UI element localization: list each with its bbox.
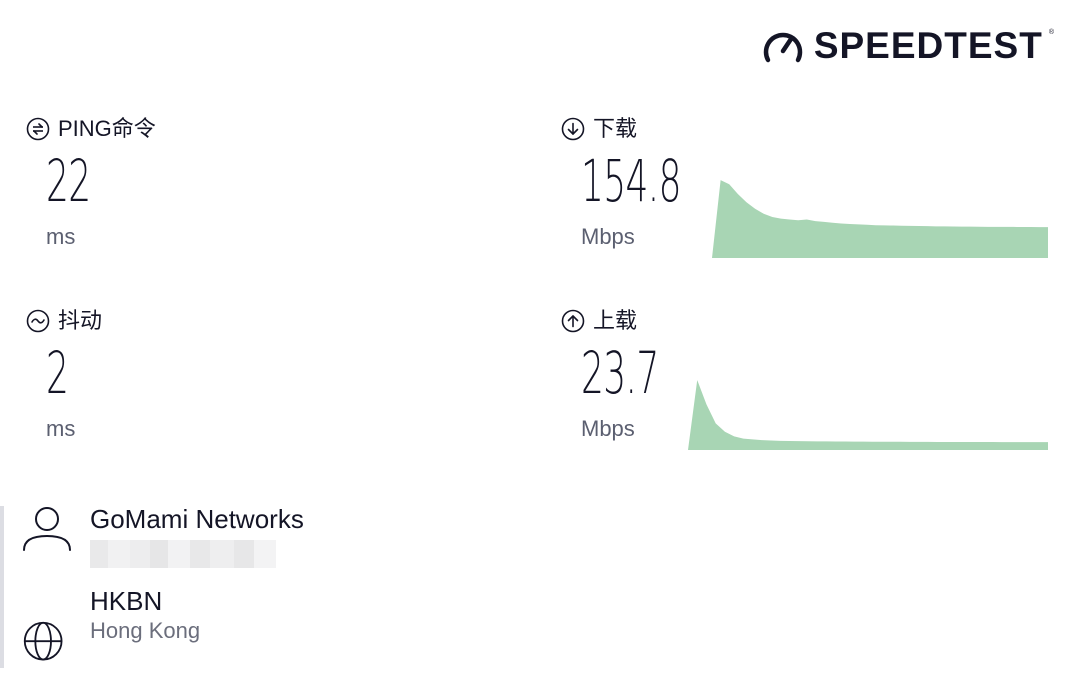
upload-graph-area [688, 380, 1048, 450]
isp-row: GoMami Networks [22, 504, 304, 568]
upload-metric: 上载 23.7 Mbps [561, 308, 706, 442]
speedtest-logo: SPEEDTEST ® [762, 26, 1058, 66]
upload-arrow-icon [561, 309, 585, 333]
download-graph-area [712, 180, 1048, 258]
upload-graph [688, 380, 1048, 450]
ping-unit: ms [46, 224, 76, 249]
jitter-icon [26, 309, 50, 333]
upload-value: 23.7 [581, 339, 659, 407]
download-label: 下载 [593, 116, 638, 141]
download-arrow-icon [561, 117, 585, 141]
jitter-metric: 抖动 2 ms [26, 308, 102, 442]
ping-metric: PING命令 22 ms [26, 116, 156, 250]
jitter-value: 2 [46, 339, 69, 407]
redacted-ip-address [90, 540, 304, 568]
download-value: 154.8 [581, 147, 681, 215]
server-section-divider [0, 506, 4, 668]
isp-name: GoMami Networks [90, 504, 304, 534]
ping-icon [26, 117, 50, 141]
upload-label: 上载 [593, 308, 638, 333]
jitter-unit: ms [46, 416, 76, 441]
server-name: HKBN [90, 586, 163, 616]
logo-wordmark: SPEEDTEST [813, 25, 1043, 66]
ping-value: 22 [46, 147, 91, 215]
registered-mark: ® [1048, 28, 1054, 36]
user-icon [23, 507, 71, 551]
download-graph [712, 180, 1048, 258]
globe-icon [23, 621, 63, 661]
ping-label: PING命令 [58, 116, 156, 141]
server-row: HKBN Hong Kong [22, 586, 200, 666]
jitter-label: 抖动 [58, 308, 103, 333]
speedometer-icon [763, 32, 802, 63]
server-location: Hong Kong [90, 618, 201, 643]
